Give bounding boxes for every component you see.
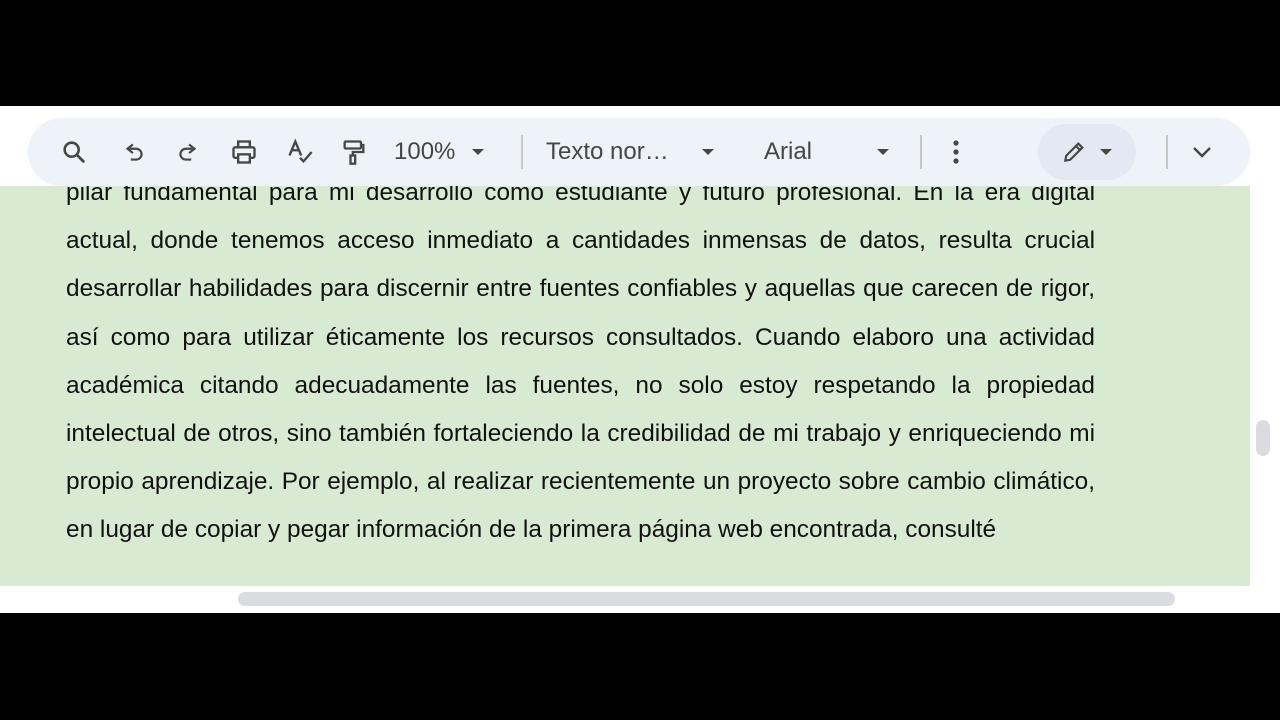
horizontal-scrollbar-thumb[interactable] xyxy=(238,592,1175,606)
chevron-down-icon xyxy=(877,149,890,155)
search-icon xyxy=(63,141,85,163)
zoom-value: 100% xyxy=(394,138,456,165)
toolbar-divider xyxy=(521,135,523,169)
spellcheck-button[interactable] xyxy=(282,118,318,186)
print-button[interactable] xyxy=(226,118,262,186)
print-icon xyxy=(232,140,256,164)
redo-button[interactable] xyxy=(170,118,206,186)
zoom-select[interactable]: 100% xyxy=(394,118,506,186)
style-value: Texto nor… xyxy=(546,138,669,165)
vertical-scrollbar-thumb[interactable] xyxy=(1256,420,1270,456)
search-menus-button[interactable] xyxy=(56,118,92,186)
chevron-down-icon xyxy=(701,149,714,155)
editing-mode-button[interactable] xyxy=(1038,124,1136,180)
chevron-down-icon xyxy=(1100,149,1112,155)
more-options-button[interactable] xyxy=(942,118,970,186)
pencil-icon xyxy=(1063,142,1084,163)
expand-icon xyxy=(1193,147,1211,158)
undo-icon xyxy=(125,143,143,161)
more-vert-icon xyxy=(953,140,959,164)
font-value: Arial xyxy=(764,138,813,165)
style-select[interactable]: Texto nor… xyxy=(546,118,726,186)
spellcheck-icon xyxy=(288,138,313,164)
docs-window: pilar fundamental para mi desarrollo com… xyxy=(0,106,1280,613)
document-body-text[interactable]: pilar fundamental para mi desarrollo com… xyxy=(66,186,1095,555)
toolbar-divider xyxy=(920,135,922,169)
document-page[interactable]: pilar fundamental para mi desarrollo com… xyxy=(0,186,1250,586)
redo-icon xyxy=(179,143,197,161)
expand-menus-button[interactable] xyxy=(1184,118,1220,186)
paint-format-button[interactable] xyxy=(336,118,372,186)
undo-button[interactable] xyxy=(116,118,152,186)
paint-format-icon xyxy=(343,140,365,165)
toolbar: 100% Texto nor… Arial xyxy=(28,118,1250,186)
toolbar-divider xyxy=(1166,135,1168,169)
chevron-down-icon xyxy=(472,149,485,155)
font-select[interactable]: Arial xyxy=(764,118,898,186)
